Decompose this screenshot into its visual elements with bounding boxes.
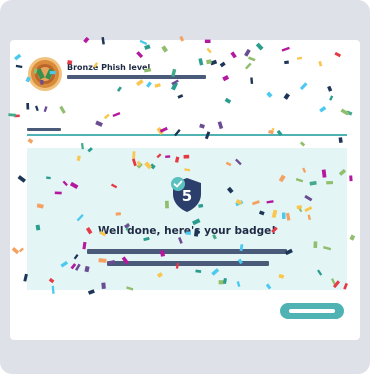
badge-title: Well done, here's your badge! — [97, 225, 277, 237]
continue-button[interactable] — [280, 303, 344, 319]
continue-button-label-placeholder — [289, 309, 335, 313]
section-label-placeholder — [27, 128, 61, 131]
section-divider — [27, 134, 347, 136]
bronze-medal-icon — [28, 57, 62, 91]
check-icon — [171, 177, 185, 191]
badge-description-line-1 — [87, 249, 287, 254]
level-label: Bronze Phish level — [67, 63, 151, 72]
badge-description-line-2 — [107, 261, 269, 266]
level-progress-placeholder — [67, 75, 206, 79]
badge-panel — [27, 148, 347, 290]
